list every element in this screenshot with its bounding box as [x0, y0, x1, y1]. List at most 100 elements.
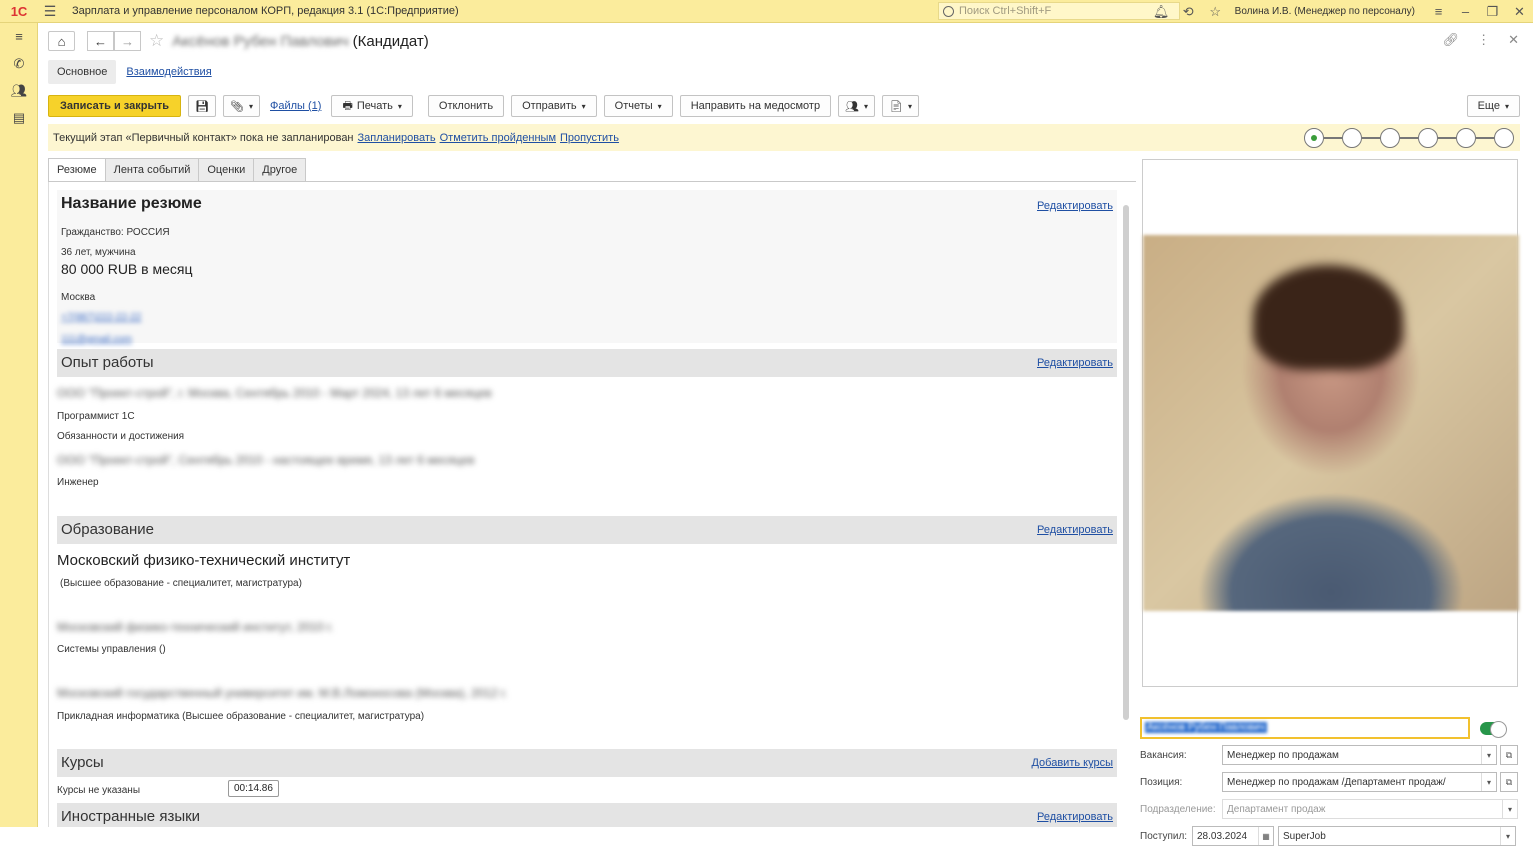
- scrollbar-thumb[interactable]: [1123, 205, 1129, 720]
- edit-experience-link[interactable]: Редактировать: [1037, 357, 1113, 369]
- link-icon[interactable]: 🔗︎: [1443, 32, 1460, 48]
- plan-stage-link[interactable]: Запланировать: [358, 132, 436, 144]
- settings-menu-icon[interactable]: ≡: [1425, 4, 1452, 19]
- document-icon: 📄︎: [889, 100, 904, 113]
- files-link[interactable]: Файлы (1): [270, 100, 321, 112]
- sidebar-phone-icon[interactable]: ✆: [0, 50, 38, 77]
- age-gender: 36 лет, мужчина: [61, 247, 136, 258]
- reject-button[interactable]: Отклонить: [427, 95, 505, 117]
- stage-step[interactable]: [1418, 128, 1438, 148]
- stage-connector: [1362, 137, 1380, 139]
- candidate-name-field[interactable]: Аксёнов Рубен Павлович: [1140, 717, 1470, 739]
- phone-link[interactable]: +7(987)222-22-22: [61, 312, 141, 323]
- users-icon: 👥︎: [845, 100, 860, 113]
- users-action-button[interactable]: 👥︎ ▾: [838, 95, 876, 117]
- recording-timer: 00:14.86: [228, 780, 279, 797]
- main-menu-icon[interactable]: ☰: [38, 3, 62, 20]
- source-value: SuperJob: [1283, 830, 1326, 842]
- education-2-specialty: Прикладная информатика (Высшее образован…: [57, 711, 425, 722]
- position-field[interactable]: Менеджер по продажам /Департамент продаж…: [1222, 772, 1497, 792]
- department-label: Подразделение:: [1140, 803, 1216, 815]
- current-user[interactable]: Волина И.В. (Менеджер по персоналу): [1235, 6, 1415, 17]
- stage-connector: [1324, 137, 1342, 139]
- create-based-button[interactable]: 📄︎ ▾: [882, 95, 920, 117]
- save-and-close-button[interactable]: Записать и закрыть: [48, 95, 182, 117]
- education-2: Московский государственный университет и…: [57, 686, 508, 700]
- stage-step[interactable]: [1494, 128, 1514, 148]
- add-courses-link[interactable]: Добавить курсы: [1031, 757, 1113, 769]
- edit-resume-link[interactable]: Редактировать: [1037, 200, 1113, 212]
- source-field[interactable]: SuperJob ▾: [1278, 826, 1516, 846]
- form-toolbar: Записать и закрыть 💾︎ 📎︎ ▾ Файлы (1) 🖶 Печ…: [48, 95, 1520, 117]
- edit-education-link[interactable]: Редактировать: [1037, 524, 1113, 536]
- active-toggle[interactable]: [1480, 721, 1507, 738]
- sidebar-card-icon[interactable]: ▤: [0, 104, 38, 131]
- education-1-specialty: Системы управления (): [57, 644, 166, 655]
- sidebar-people-icon[interactable]: 👥︎: [0, 77, 38, 104]
- save-disk-icon[interactable]: 💾︎: [188, 95, 216, 117]
- skip-stage-link[interactable]: Пропустить: [560, 132, 619, 144]
- more-label: Еще: [1477, 100, 1500, 112]
- stage-step[interactable]: [1380, 128, 1400, 148]
- tab-resume[interactable]: Резюме: [48, 158, 106, 182]
- position-dropdown-icon[interactable]: ▾: [1481, 773, 1496, 791]
- forward-button[interactable]: →: [114, 31, 141, 51]
- photo-frame[interactable]: [1142, 159, 1519, 687]
- content-tabs: Резюме Лента событий Оценки Другое: [48, 158, 307, 182]
- printer-icon: 🖶: [342, 99, 353, 112]
- favorites-star-icon[interactable]: ☆: [1202, 4, 1229, 20]
- more-menu-icon[interactable]: ⋮: [1477, 32, 1490, 48]
- app-logo: 1С: [10, 3, 28, 19]
- edit-languages-link[interactable]: Редактировать: [1037, 811, 1113, 823]
- mark-stage-done-link[interactable]: Отметить пройденным: [440, 132, 556, 144]
- reports-button[interactable]: Отчеты ▾: [603, 95, 673, 117]
- bell-icon[interactable]: 🔔︎: [1148, 4, 1175, 20]
- send-button[interactable]: Отправить ▾: [511, 95, 597, 117]
- attach-button[interactable]: 📎︎ ▾: [223, 95, 260, 117]
- home-button[interactable]: ⌂: [48, 31, 75, 51]
- restore-icon[interactable]: ❐: [1479, 4, 1506, 20]
- close-form-icon[interactable]: ✕: [1508, 32, 1519, 48]
- favorite-star-icon[interactable]: ☆: [149, 31, 164, 51]
- job-1-duties: Обязанности и достижения: [57, 431, 185, 442]
- vacancy-open-icon[interactable]: ⧉: [1500, 745, 1518, 765]
- stage-step[interactable]: [1456, 128, 1476, 148]
- close-window-icon[interactable]: ✕: [1506, 4, 1533, 20]
- content-scrollbar[interactable]: [1122, 195, 1130, 795]
- position-open-icon[interactable]: ⧉: [1500, 772, 1518, 792]
- stage-progress: [1304, 128, 1514, 148]
- stage-text: Текущий этап «Первичный контакт» пока не…: [53, 131, 354, 144]
- received-date-field[interactable]: 28.03.2024 ▦: [1192, 826, 1274, 846]
- calendar-icon[interactable]: ▦: [1258, 827, 1273, 845]
- subtab-main[interactable]: Основное: [48, 60, 117, 84]
- subtab-interactions[interactable]: Взаимодействия: [126, 66, 211, 78]
- global-search-input[interactable]: Поиск Ctrl+Shift+F: [938, 2, 1180, 20]
- more-button[interactable]: Еще ▾: [1466, 95, 1520, 117]
- stage-step[interactable]: [1304, 128, 1324, 148]
- print-button[interactable]: 🖶 Печать ▾: [331, 95, 413, 117]
- vacancy-field[interactable]: Менеджер по продажам ▾: [1222, 745, 1497, 765]
- salary: 80 000 RUB в месяц: [61, 261, 193, 277]
- courses-title: Курсы: [61, 754, 104, 771]
- candidate-side-panel: Аксёнов Рубен Павлович Вакансия: Менедже…: [1138, 159, 1523, 846]
- tab-event-feed[interactable]: Лента событий: [105, 158, 200, 182]
- tab-other[interactable]: Другое: [254, 158, 307, 182]
- search-placeholder: Поиск Ctrl+Shift+F: [959, 5, 1052, 17]
- email-link[interactable]: 111@gmail.com: [61, 334, 132, 345]
- paperclip-icon: 📎︎: [230, 100, 244, 113]
- medical-referral-button[interactable]: Направить на медосмотр: [679, 95, 832, 117]
- sidebar-menu-icon[interactable]: ≡: [0, 23, 38, 50]
- minimize-icon[interactable]: –: [1452, 4, 1479, 19]
- source-dropdown-icon[interactable]: ▾: [1500, 827, 1515, 845]
- back-button[interactable]: ←: [87, 31, 114, 51]
- tab-ratings[interactable]: Оценки: [199, 158, 255, 182]
- resume-summary: Название резюме Редактировать Гражданств…: [57, 190, 1117, 345]
- resume-content: Название резюме Редактировать Гражданств…: [48, 182, 1128, 827]
- title-suffix: (Кандидат): [352, 32, 429, 50]
- vacancy-dropdown-icon[interactable]: ▾: [1481, 746, 1496, 764]
- stage-connector: [1400, 137, 1418, 139]
- history-icon[interactable]: ⟲: [1175, 4, 1202, 20]
- candidate-photo: [1143, 235, 1519, 611]
- stage-step[interactable]: [1342, 128, 1362, 148]
- experience-header: Опыт работы Редактировать: [57, 349, 1117, 377]
